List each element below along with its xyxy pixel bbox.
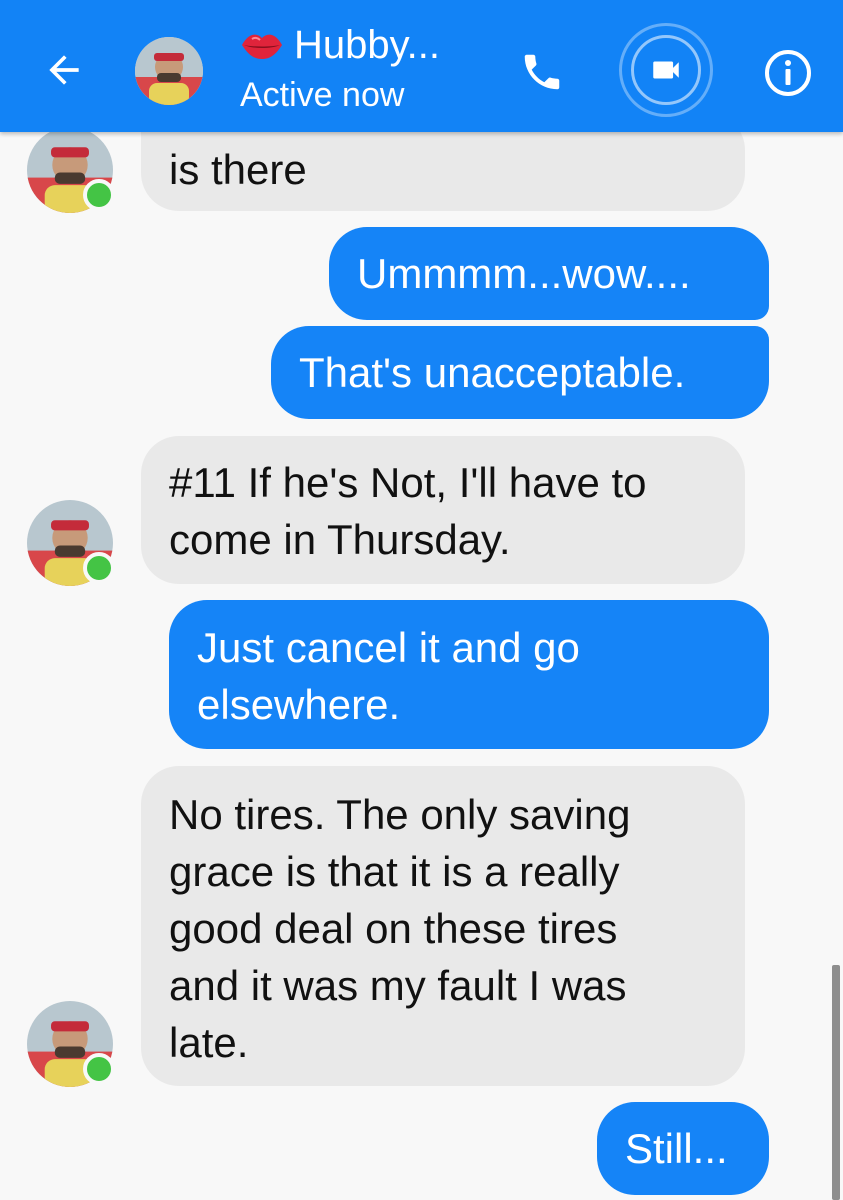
active-status: Active now [240, 76, 405, 114]
message-text: That's unacceptable. [299, 349, 686, 396]
sender-avatar[interactable] [27, 127, 115, 213]
phone-icon [524, 54, 560, 90]
scrollbar[interactable] [832, 965, 840, 1200]
sender-avatar[interactable] [27, 1001, 115, 1087]
avatar-photo [135, 37, 203, 105]
voice-call-button[interactable] [512, 42, 572, 102]
message-text-line: late. [169, 1019, 249, 1066]
online-indicator [83, 179, 115, 211]
message-text-line: No tires. The only saving [169, 791, 631, 838]
online-indicator [83, 552, 115, 584]
message-text: Still... [625, 1125, 728, 1172]
conversation-header: Hubby... Active now [0, 0, 843, 132]
contact-title[interactable]: Hubby... [240, 22, 440, 68]
messenger-screen: Hubby... Active now is there Ummmm...wow… [0, 0, 843, 1200]
message-text-line: good deal on these tires [169, 905, 618, 952]
message-text-line: come in Thursday. [169, 516, 511, 563]
message-text: is there [169, 146, 307, 193]
message-text-line: Just cancel it and go [197, 624, 580, 671]
message-bubble-outgoing[interactable]: Still... [597, 1102, 769, 1195]
message-bubble-incoming[interactable]: No tires. The only saving grace is that … [141, 766, 745, 1086]
message-bubble-outgoing[interactable]: Just cancel it and go elsewhere. [169, 600, 769, 749]
contact-name: Hubby... [294, 22, 440, 67]
lips-icon [242, 34, 282, 59]
message-text-line: grace is that it is a really [169, 848, 620, 895]
info-button[interactable] [758, 43, 818, 103]
back-button[interactable] [38, 44, 90, 96]
online-indicator [83, 1053, 115, 1085]
message-bubble-incoming[interactable]: #11 If he's Not, I'll have to come in Th… [141, 436, 745, 584]
message-bubble-outgoing[interactable]: That's unacceptable. [271, 326, 769, 419]
message-text: Ummmm...wow.... [357, 250, 691, 297]
message-text-line: and it was my fault I was [169, 962, 627, 1009]
message-text-line: #11 If he's Not, I'll have to [169, 459, 647, 506]
contact-avatar[interactable] [135, 37, 203, 105]
sender-avatar[interactable] [27, 500, 115, 586]
video-call-button[interactable] [619, 23, 713, 117]
video-camera-icon [653, 61, 679, 79]
video-call-ring [631, 35, 701, 105]
message-bubble-outgoing[interactable]: Ummmm...wow.... [329, 227, 769, 320]
back-arrow-icon [49, 55, 79, 85]
message-text-line: elsewhere. [197, 681, 401, 728]
info-icon [765, 50, 811, 96]
